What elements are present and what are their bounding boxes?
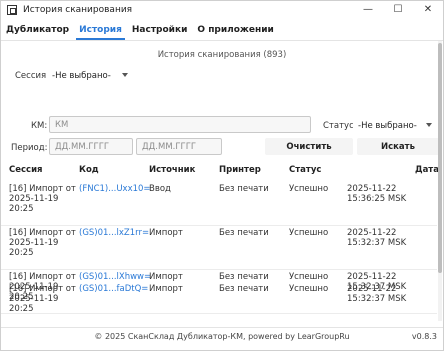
session-select[interactable]: -Не выбрано- [47,67,135,84]
chevron-down-icon [122,73,128,77]
tab-settings[interactable]: Настройки [127,25,193,40]
session-label: Сессия: [15,71,50,81]
row-divider [1,269,437,270]
cell-printer: Без печати [219,184,269,194]
tab-history[interactable]: История [74,25,127,40]
status-select-value: -Не выбрано- [358,120,417,131]
date-from-input[interactable]: ДД.ММ.ГГГГ [49,138,133,155]
minimize-button[interactable]: — [353,1,383,18]
column-code[interactable]: Код [79,165,99,175]
cell-source: Ввод [149,184,171,194]
search-button[interactable]: Искать [357,138,439,155]
km-input[interactable]: КМ [49,116,311,133]
cell-source: Импорт [149,272,183,282]
cell-printer: Без печати [219,284,269,294]
column-date[interactable]: Дата [415,165,439,175]
cell-session: [16] Импорт от 2025-11-19 20:25 [9,228,76,258]
column-status[interactable]: Статус [289,165,321,175]
tab-duplicator[interactable]: Дубликатор [1,25,74,40]
title-bar: История сканирования — ☐ ✕ [1,1,443,18]
menu-bar: Дубликатор История Настройки О приложени… [1,19,443,41]
app-icon [7,4,17,15]
cell-status: Успешно [289,272,329,282]
table-row[interactable]: [16] Импорт от 2025-11-19 20:25 (GS)01...f… [1,284,437,324]
date-from-placeholder: ДД.ММ.ГГГГ [55,141,110,152]
cell-printer: Без печати [219,272,269,282]
cell-source: Импорт [149,228,183,238]
window-title: История сканирования [23,4,133,15]
footer-copyright: © 2025 СканСклад Дубликатор-КМ, powered … [94,332,350,341]
cell-code[interactable]: (GS)01...lxZ1rr= [79,228,149,238]
column-source[interactable]: Источник [149,165,195,175]
cell-date: 2025-11-22 15:32:37 MSK [347,228,407,248]
chevron-down-icon [426,123,432,127]
cell-code[interactable]: (FNC1)...Uxx10= [79,184,151,194]
cell-status: Успешно [289,284,329,294]
footer: © 2025 СканСклад Дубликатор-КМ, powered … [1,327,443,345]
close-button[interactable]: ✕ [413,1,443,18]
date-to-placeholder: ДД.ММ.ГГГГ [142,141,197,152]
cell-source: Импорт [149,284,183,294]
status-label: Статус: [323,121,357,131]
table-body: [16] Импорт от 2025-11-19 20:25 (FNC1)...U… [1,184,437,324]
date-to-input[interactable]: ДД.ММ.ГГГГ [136,138,222,155]
cell-session: [16] Импорт от 2025-11-19 20:25 [9,184,76,214]
clear-button[interactable]: Очистить [265,138,353,155]
km-label: КМ: [31,121,48,131]
scrollbar-thumb[interactable] [438,43,442,273]
table-header: Сессия Код Источник Принтер Статус Дата [1,165,439,179]
table-row[interactable]: [16] Импорт от 2025-11-19 20:25 (GS)01...l… [1,228,437,272]
period-label: Период: [11,143,48,153]
window-controls: — ☐ ✕ [353,1,443,18]
tab-about[interactable]: О приложении [192,25,278,40]
history-title: История сканирования (893) [157,50,287,60]
cell-code[interactable]: (GS)01...lXhww= [79,272,151,282]
km-input-placeholder: КМ [55,119,69,130]
cell-status: Успешно [289,184,329,194]
version-label: v0.8.3 [411,332,437,341]
column-printer[interactable]: Принтер [219,165,261,175]
cell-status: Успешно [289,228,329,238]
cell-session: [16] Импорт от 2025-11-19 20:25 [9,284,76,314]
status-select[interactable]: -Не выбрано- [353,117,439,134]
cell-date: 2025-11-22 15:32:37 MSK [347,284,407,304]
table-row[interactable]: [16] Импорт от 2025-11-19 20:25 (FNC1)...U… [1,184,437,228]
maximize-button[interactable]: ☐ [383,1,413,18]
cell-printer: Без печати [219,228,269,238]
row-divider [1,225,437,226]
app-window: История сканирования — ☐ ✕ Дубликатор Ис… [0,0,444,351]
session-select-value: -Не выбрано- [52,70,111,81]
column-session[interactable]: Сессия [9,165,43,175]
cell-date: 2025-11-22 15:36:25 MSK [347,184,407,204]
cell-code[interactable]: (GS)01...faDtQ= [79,284,148,294]
